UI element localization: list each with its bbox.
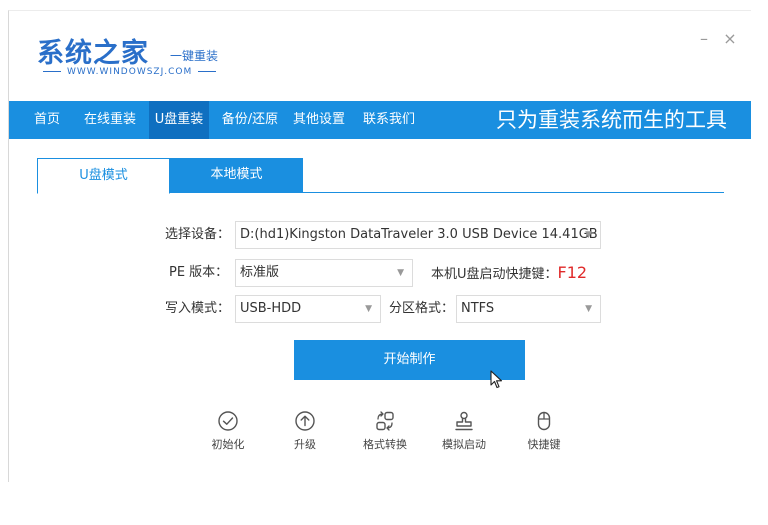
window-controls: – ×	[697, 31, 737, 47]
hotkey-label: 本机U盘启动快捷键：	[431, 267, 558, 282]
close-button[interactable]: ×	[723, 31, 737, 47]
logo: 系统之家 一键重装 WWW.WINDOWSZJ.COM	[37, 31, 237, 87]
chevron-down-icon: ▼	[585, 304, 592, 314]
pe-version-select[interactable]: 标准版 ▼	[235, 259, 413, 287]
tool-hotkey[interactable]: 快捷键	[509, 410, 579, 454]
chevron-down-icon: ▼	[585, 230, 592, 240]
minimize-button[interactable]: –	[697, 31, 711, 47]
mouse-cursor-icon	[490, 370, 503, 389]
mode-tabs: U盘模式 本地模式	[37, 158, 724, 194]
app-window: 系统之家 一键重装 WWW.WINDOWSZJ.COM – × 首页 在线重装 …	[8, 10, 751, 482]
partition-format-value: NTFS	[461, 301, 495, 316]
tool-format-convert-label: 格式转换	[363, 438, 407, 451]
device-select-value: D:(hd1)Kingston DataTraveler 3.0 USB Dev…	[240, 227, 598, 242]
device-select[interactable]: D:(hd1)Kingston DataTraveler 3.0 USB Dev…	[235, 221, 601, 249]
chevron-down-icon: ▼	[365, 304, 372, 314]
logo-title: 系统之家	[37, 38, 149, 69]
nav-item-contact-us[interactable]: 联系我们	[357, 101, 421, 139]
nav-slogan: 只为重装系统而生的工具	[496, 108, 727, 132]
chevron-down-icon: ▼	[397, 268, 404, 278]
write-mode-value: USB-HDD	[240, 301, 302, 316]
nav-item-other-settings[interactable]: 其他设置	[287, 101, 351, 139]
device-label: 选择设备：	[165, 227, 231, 242]
mouse-icon	[537, 411, 551, 431]
partition-format-select[interactable]: NTFS ▼	[456, 295, 601, 323]
tool-simulate-boot-label: 模拟启动	[442, 438, 486, 451]
main-nav: 首页 在线重装 U盘重装 备份/还原 其他设置 联系我们 只为重装系统而生的工具	[9, 101, 751, 139]
nav-item-home[interactable]: 首页	[26, 101, 68, 139]
tool-format-convert[interactable]: 格式转换	[350, 410, 420, 454]
nav-item-backup-restore[interactable]: 备份/还原	[215, 101, 285, 139]
tool-initialize[interactable]: 初始化	[193, 410, 263, 454]
hotkey-info: 本机U盘启动快捷键：F12	[431, 259, 587, 287]
logo-url: WWW.WINDOWSZJ.COM	[37, 67, 222, 77]
stamp-icon	[455, 411, 473, 431]
logo-subtitle: 一键重装	[170, 49, 219, 63]
tab-usb-mode[interactable]: U盘模式	[37, 158, 170, 194]
upgrade-icon	[295, 411, 315, 431]
tab-local-mode[interactable]: 本地模式	[170, 158, 303, 193]
tool-simulate-boot[interactable]: 模拟启动	[429, 410, 499, 454]
pe-version-label: PE 版本：	[169, 265, 229, 280]
logo-url-text: WWW.WINDOWSZJ.COM	[67, 67, 193, 77]
tool-upgrade-label: 升级	[294, 438, 316, 451]
pe-version-value: 标准版	[240, 265, 280, 280]
hotkey-value: F12	[557, 263, 588, 282]
check-circle-icon	[218, 411, 238, 431]
convert-icon	[376, 411, 394, 431]
tool-initialize-label: 初始化	[211, 438, 245, 451]
tool-hotkey-label: 快捷键	[527, 438, 561, 451]
write-mode-select[interactable]: USB-HDD ▼	[235, 295, 381, 323]
write-mode-label: 写入模式：	[165, 301, 231, 316]
partition-format-label: 分区格式：	[389, 301, 455, 316]
nav-item-usb-reinstall[interactable]: U盘重装	[149, 101, 209, 139]
nav-item-online-reinstall[interactable]: 在线重装	[78, 101, 142, 139]
tool-upgrade[interactable]: 升级	[270, 410, 340, 454]
